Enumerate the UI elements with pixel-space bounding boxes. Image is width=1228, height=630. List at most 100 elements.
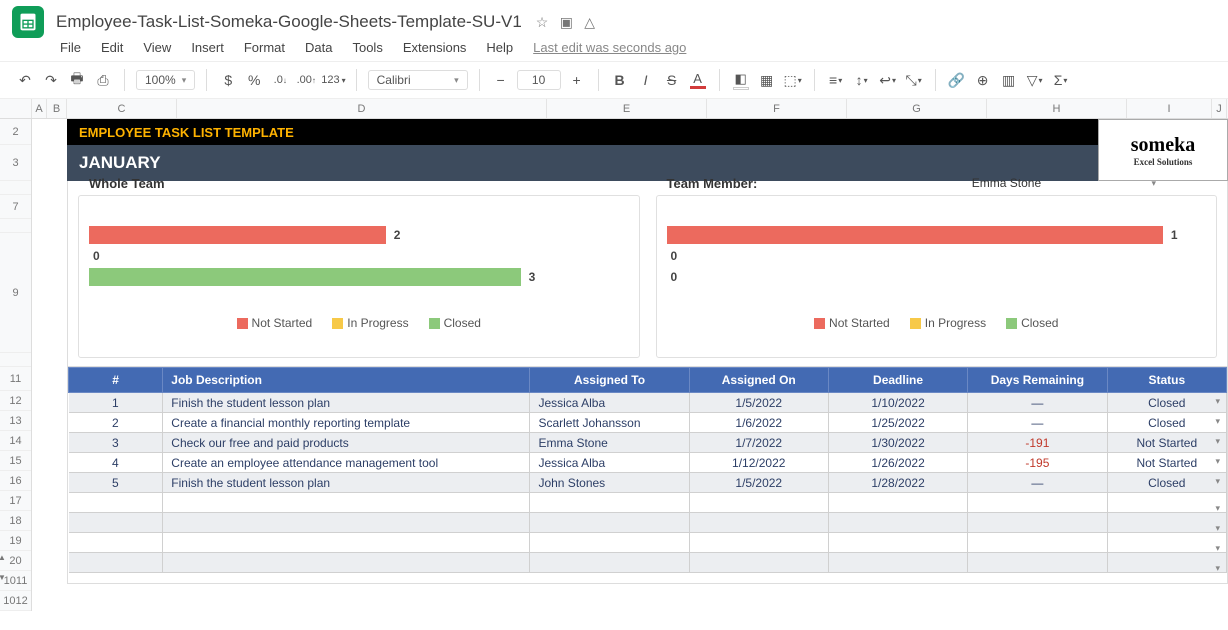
- merge-cells-button[interactable]: ⬚▾: [782, 67, 804, 93]
- cell-status[interactable]: Closed: [1107, 413, 1226, 433]
- cell-status[interactable]: Not Started: [1107, 453, 1226, 473]
- increase-decimal-button[interactable]: .00↑: [295, 67, 317, 93]
- redo-button[interactable]: ↷: [40, 67, 62, 93]
- cell-status[interactable]: [1107, 553, 1226, 573]
- menu-tools[interactable]: Tools: [352, 40, 382, 55]
- cell-job[interactable]: [163, 533, 530, 553]
- table-row[interactable]: 1Finish the student lesson planJessica A…: [69, 393, 1227, 413]
- cell-deadline[interactable]: 1/10/2022: [828, 393, 967, 413]
- cell-who[interactable]: John Stones: [530, 473, 689, 493]
- cell-days[interactable]: -195: [968, 453, 1107, 473]
- cell-days[interactable]: [968, 553, 1107, 573]
- chevron-down-icon[interactable]: ▾: [1151, 178, 1156, 189]
- cell-job[interactable]: [163, 493, 530, 513]
- table-row[interactable]: 5Finish the student lesson planJohn Ston…: [69, 473, 1227, 493]
- cell-job[interactable]: Check our free and paid products: [163, 433, 530, 453]
- filter-button[interactable]: ▽▾: [1024, 67, 1046, 93]
- cell-status[interactable]: [1107, 533, 1226, 553]
- cell-assigned-on[interactable]: [689, 493, 828, 513]
- cell-deadline[interactable]: 1/28/2022: [828, 473, 967, 493]
- insert-chart-button[interactable]: ▥: [998, 67, 1020, 93]
- cell-status[interactable]: [1107, 493, 1226, 513]
- menu-data[interactable]: Data: [305, 40, 332, 55]
- document-title[interactable]: Employee-Task-List-Someka-Google-Sheets-…: [56, 12, 522, 32]
- cell-who[interactable]: [530, 513, 689, 533]
- font-size-decrease[interactable]: −: [490, 67, 512, 93]
- cell-job[interactable]: Finish the student lesson plan: [163, 473, 530, 493]
- cell-assigned-on[interactable]: 1/6/2022: [689, 413, 828, 433]
- cell-who[interactable]: [530, 553, 689, 573]
- text-wrap-button[interactable]: ↩▾: [877, 67, 899, 93]
- table-header-status[interactable]: Status: [1107, 368, 1226, 393]
- menu-insert[interactable]: Insert: [191, 40, 224, 55]
- row-headers[interactable]: 2 3 7 9 11 12 13 14 15 16 17 18 19 ▲ 20 …: [0, 119, 32, 611]
- cell-deadline[interactable]: [828, 493, 967, 513]
- table-row[interactable]: [69, 493, 1227, 513]
- italic-button[interactable]: I: [635, 67, 657, 93]
- cell-days[interactable]: —: [968, 393, 1107, 413]
- cell-who[interactable]: Jessica Alba: [530, 453, 689, 473]
- cell-job[interactable]: Finish the student lesson plan: [163, 393, 530, 413]
- cell-num[interactable]: 5: [69, 473, 163, 493]
- fill-color-button[interactable]: ◧: [730, 67, 752, 93]
- horizontal-align-button[interactable]: ≡▾: [825, 67, 847, 93]
- print-button[interactable]: 🖶: [66, 67, 88, 93]
- decrease-decimal-button[interactable]: .0↓: [269, 67, 291, 93]
- insert-comment-button[interactable]: ⊕: [972, 67, 994, 93]
- menu-view[interactable]: View: [143, 40, 171, 55]
- cell-deadline[interactable]: 1/26/2022: [828, 453, 967, 473]
- format-currency-button[interactable]: $: [217, 67, 239, 93]
- table-row[interactable]: [69, 533, 1227, 553]
- font-size-increase[interactable]: +: [566, 67, 588, 93]
- last-edit-link[interactable]: Last edit was seconds ago: [533, 40, 686, 55]
- table-header-job[interactable]: Job Description: [163, 368, 530, 393]
- cell-job[interactable]: Create an employee attendance management…: [163, 453, 530, 473]
- cell-job[interactable]: Create a financial monthly reporting tem…: [163, 413, 530, 433]
- cell-num[interactable]: 4: [69, 453, 163, 473]
- sheets-icon[interactable]: [12, 6, 44, 38]
- cell-assigned-on[interactable]: 1/5/2022: [689, 473, 828, 493]
- table-row[interactable]: 3Check our free and paid productsEmma St…: [69, 433, 1227, 453]
- cell-job[interactable]: [163, 553, 530, 573]
- insert-link-button[interactable]: 🔗: [946, 67, 968, 93]
- menu-help[interactable]: Help: [486, 40, 513, 55]
- text-rotation-button[interactable]: ⤡▾: [903, 67, 925, 93]
- cell-num[interactable]: 3: [69, 433, 163, 453]
- cell-num[interactable]: 2: [69, 413, 163, 433]
- font-select[interactable]: Calibri▾: [368, 70, 468, 90]
- cell-job[interactable]: [163, 513, 530, 533]
- font-size-input[interactable]: 10: [517, 70, 561, 90]
- zoom-select[interactable]: 100%▾: [136, 70, 195, 90]
- borders-button[interactable]: ▦: [756, 67, 778, 93]
- strike-button[interactable]: S: [661, 67, 683, 93]
- cell-deadline[interactable]: [828, 553, 967, 573]
- menu-edit[interactable]: Edit: [101, 40, 123, 55]
- vertical-align-button[interactable]: ↕▾: [851, 67, 873, 93]
- cell-num[interactable]: 1: [69, 393, 163, 413]
- menu-extensions[interactable]: Extensions: [403, 40, 467, 55]
- cell-assigned-on[interactable]: [689, 513, 828, 533]
- star-icon[interactable]: ☆: [536, 14, 549, 30]
- table-header-deadline[interactable]: Deadline: [828, 368, 967, 393]
- cell-num[interactable]: [69, 493, 163, 513]
- cell-who[interactable]: [530, 493, 689, 513]
- text-color-button[interactable]: A: [687, 67, 709, 93]
- cell-days[interactable]: [968, 493, 1107, 513]
- functions-button[interactable]: Σ▾: [1050, 67, 1072, 93]
- cell-who[interactable]: Emma Stone: [530, 433, 689, 453]
- paint-format-button[interactable]: ⎙: [92, 67, 114, 93]
- cell-assigned-on[interactable]: [689, 553, 828, 573]
- task-table[interactable]: # Job Description Assigned To Assigned O…: [68, 367, 1227, 573]
- cell-assigned-on[interactable]: 1/5/2022: [689, 393, 828, 413]
- cell-status[interactable]: Closed: [1107, 473, 1226, 493]
- menu-file[interactable]: File: [60, 40, 81, 55]
- number-format-select[interactable]: 123▾: [321, 67, 345, 93]
- cell-days[interactable]: [968, 533, 1107, 553]
- table-header-num[interactable]: #: [69, 368, 163, 393]
- cell-deadline[interactable]: [828, 513, 967, 533]
- undo-button[interactable]: ↶: [14, 67, 36, 93]
- menu-format[interactable]: Format: [244, 40, 285, 55]
- team-member-select[interactable]: Emma Stone: [931, 176, 1081, 190]
- cell-who[interactable]: [530, 533, 689, 553]
- cell-assigned-on[interactable]: [689, 533, 828, 553]
